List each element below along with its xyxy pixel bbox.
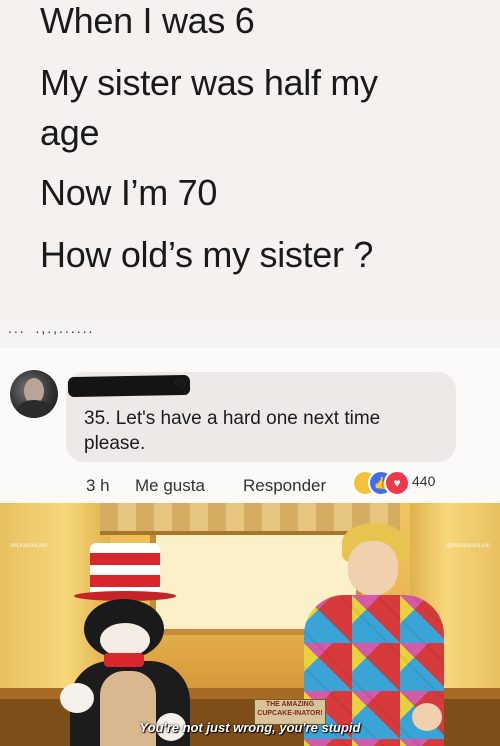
cat-in-hat-figure [60, 543, 200, 746]
watermark-left: ImDraconLion [10, 543, 48, 549]
avatar-body [16, 400, 52, 418]
bow-tie [104, 653, 144, 667]
like-link[interactable]: Me gusta [135, 476, 205, 496]
striped-hat [90, 543, 160, 593]
man-face [348, 541, 398, 595]
comment-time[interactable]: 3 h [86, 476, 110, 496]
reaction-count: 440 [412, 473, 436, 489]
riddle-line-5: How old’s my sister ? [40, 234, 374, 275]
facebook-comment: ey 35. Let's have a hard one next time p… [0, 348, 500, 503]
reply-link[interactable]: Responder [243, 476, 326, 496]
redacted-name [67, 374, 191, 398]
riddle-line-2: My sister was half my [40, 62, 378, 103]
cat-muzzle [100, 623, 150, 657]
riddle-panel: When I was 6 My sister was half my age N… [0, 0, 500, 330]
garbled-text: ..._.,.,...... [8, 325, 95, 335]
movie-still: ImDraconLion @ImDraconLion THE AMAZING C… [0, 503, 500, 746]
cropped-text-strip: ..._.,.,...... [0, 322, 500, 348]
love-icon: ♥ [384, 470, 410, 496]
comment-text: 35. Let's have a hard one next time plea… [84, 408, 381, 454]
cat-hand [60, 683, 94, 713]
riddle-line-1: When I was 6 [40, 0, 255, 41]
watermark-right: @ImDraconLion [446, 543, 490, 549]
riddle-line-4: Now I’m 70 [40, 172, 218, 213]
subtitle: You're not just wrong, you're stupid [139, 720, 361, 735]
reaction-summary[interactable]: 👍 ♥ 440 [352, 470, 460, 496]
avatar[interactable] [10, 370, 58, 418]
riddle-line-3: age [40, 112, 100, 153]
name-fragment: ey [174, 374, 188, 389]
